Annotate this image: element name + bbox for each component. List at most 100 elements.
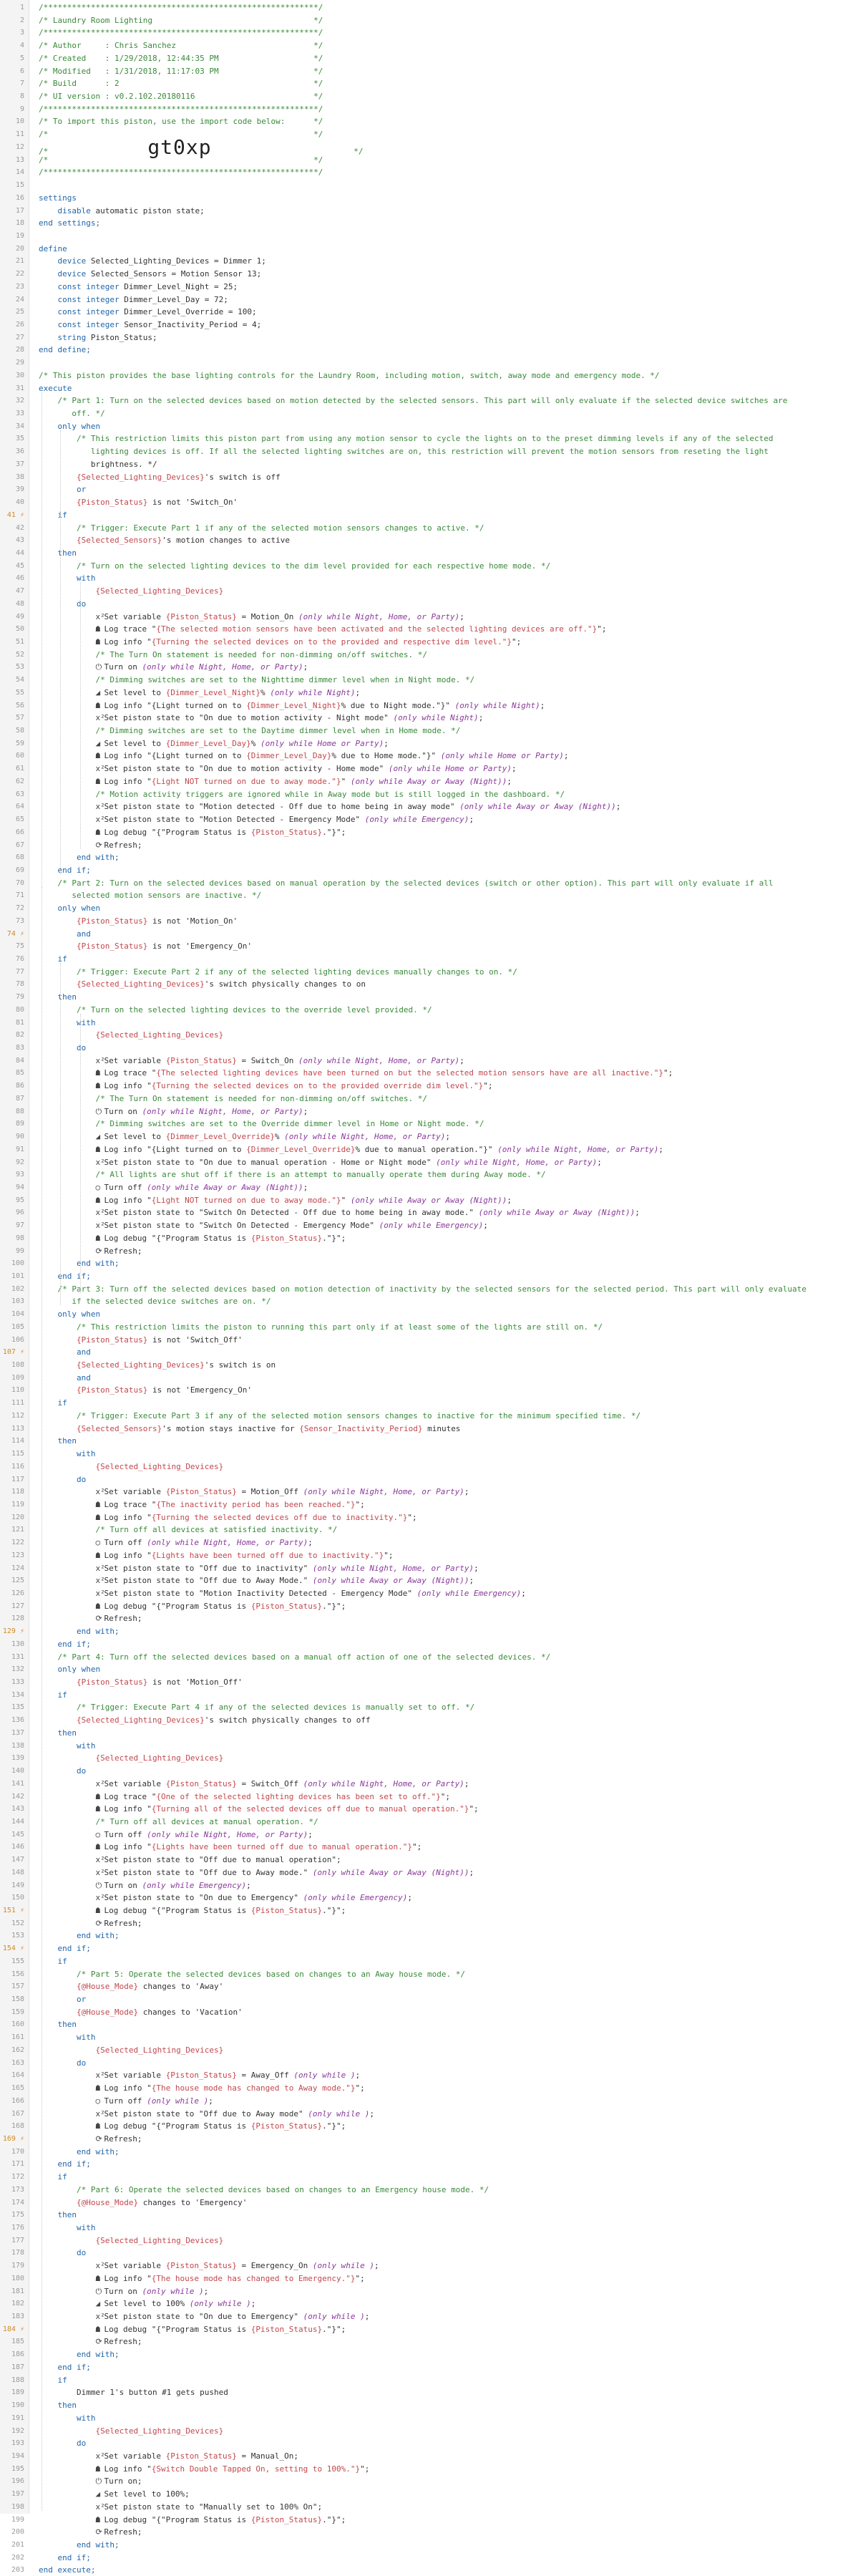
code-line: 30 /* This piston provides the base light… bbox=[0, 369, 843, 382]
code-line: 188 if bbox=[0, 2374, 843, 2386]
code-line: 52 /* The Turn On statement is needed fo… bbox=[0, 649, 843, 661]
code-text: ☗ Log info "{Light turned on to {Dimmer_L… bbox=[95, 700, 545, 710]
code-line: 15 bbox=[0, 179, 843, 191]
code-text: ◢ Set level to {Dimmer_Level_Night}% (onl… bbox=[95, 687, 361, 697]
code-text: do bbox=[76, 1766, 87, 1776]
code-line: 184 ⚡ ☗ Log debug "{"Program Status is {P… bbox=[0, 2323, 843, 2335]
line-number: 36 bbox=[15, 447, 24, 456]
line-number: 63 bbox=[15, 790, 24, 798]
code-line: 70 /* Part 2: Turn on the selected devic… bbox=[0, 877, 843, 889]
code-line: 160 then bbox=[0, 2018, 843, 2030]
code-line: 163 do bbox=[0, 2057, 843, 2069]
code-line: 136 {Selected_Lighting_Devices}'s switch… bbox=[0, 1714, 843, 1726]
code-text: x²Set variable {Piston_Status} = Emergen… bbox=[95, 2261, 379, 2271]
line-number: 169 ⚡ bbox=[2, 2134, 24, 2143]
statement-icon: ⟳ bbox=[95, 2337, 102, 2347]
code-text: x²Set variable {Piston_Status} = Motion_… bbox=[95, 1487, 469, 1497]
code-line: 34 only when bbox=[0, 420, 843, 432]
line-number: 142 bbox=[11, 1792, 24, 1801]
line-number: 82 bbox=[15, 1031, 24, 1040]
code-line: 152 ⟳ Refresh; bbox=[0, 1917, 843, 1929]
statement-icon: x² bbox=[95, 2502, 105, 2512]
code-line: 29 bbox=[0, 357, 843, 369]
code-text: ☗ Log trace "{The selected motion sensors… bbox=[95, 624, 607, 634]
code-line: 17 disable automatic piston state; bbox=[0, 205, 843, 217]
code-text: ☗ Log info "{Light turned on to {Dimmer_L… bbox=[95, 1144, 663, 1154]
code-text: const integer Dimmer_Level_Override = 10… bbox=[57, 307, 257, 317]
code-text: then bbox=[57, 992, 77, 1002]
code-text: end settings; bbox=[39, 218, 101, 228]
code-line: 14 /*************************************… bbox=[0, 166, 843, 178]
code-text: define bbox=[39, 243, 67, 253]
line-number: 32 bbox=[15, 397, 24, 405]
code-line: 44 then bbox=[0, 547, 843, 559]
code-line: 185 ⟳ Refresh; bbox=[0, 2335, 843, 2348]
line-number: 101 bbox=[11, 1272, 24, 1280]
code-text: end with; bbox=[76, 1259, 120, 1269]
code-text: /* Author : Chris Sanchez */ bbox=[39, 41, 323, 51]
line-number: 25 bbox=[15, 308, 24, 316]
code-text: then bbox=[57, 548, 77, 558]
code-line: 67 ⟳ Refresh; bbox=[0, 839, 843, 851]
code-line: 42 /* Trigger: Execute Part 1 if any of … bbox=[0, 522, 843, 534]
statement-icon: ☗ bbox=[95, 1601, 101, 1611]
statement-icon: ○ bbox=[95, 1538, 101, 1548]
code-text: ⟳ Refresh; bbox=[95, 1246, 142, 1256]
code-line: 125 x²Set piston state to "Off due to Aw… bbox=[0, 1574, 843, 1587]
code-text: {Piston_Status} is not 'Motion_On' bbox=[76, 916, 238, 926]
code-text: and bbox=[76, 929, 91, 939]
line-number: 80 bbox=[15, 1005, 24, 1014]
code-text: ⏻ Turn on (only while ); bbox=[95, 2286, 209, 2296]
code-line: 175 then bbox=[0, 2209, 843, 2221]
code-text: const integer Sensor_Inactivity_Period =… bbox=[57, 320, 262, 329]
line-number: 189 bbox=[11, 2388, 24, 2397]
line-number: 132 bbox=[11, 1665, 24, 1674]
line-number: 67 bbox=[15, 841, 24, 849]
code-line: 79 then bbox=[0, 991, 843, 1003]
line-number: 19 bbox=[15, 231, 24, 240]
code-line: 23 const integer Dimmer_Level_Night = 25… bbox=[0, 281, 843, 293]
line-number: 9 bbox=[19, 105, 24, 113]
line-number: 115 bbox=[11, 1450, 24, 1458]
statement-icon: ☗ bbox=[95, 1791, 101, 1801]
line-number: 112 bbox=[11, 1411, 24, 1420]
line-number: 88 bbox=[15, 1107, 24, 1115]
code-line: 192 {Selected_Lighting_Devices} bbox=[0, 2425, 843, 2437]
code-line: 178 do bbox=[0, 2247, 843, 2259]
code-text: {Selected_Lighting_Devices} bbox=[95, 1030, 224, 1040]
code-line: 7 /* Build : 2 */ bbox=[0, 77, 843, 89]
code-text: x²Set piston state to "On due to Emergen… bbox=[95, 1893, 412, 1903]
code-text: end if; bbox=[57, 2362, 91, 2372]
code-line: 170 end with; bbox=[0, 2146, 843, 2158]
line-number: 105 bbox=[11, 1322, 24, 1331]
line-number: 74 ⚡ bbox=[6, 929, 24, 938]
line-number: 201 bbox=[11, 2541, 24, 2549]
code-text: {Selected_Lighting_Devices} bbox=[95, 2045, 224, 2055]
line-number: 41 ⚡ bbox=[6, 510, 24, 519]
code-line: 176 with bbox=[0, 2222, 843, 2234]
code-text: /* UI version : v0.2.102.20180116 */ bbox=[39, 92, 323, 102]
code-text: x²Set piston state to "Manually set to 1… bbox=[95, 2502, 323, 2512]
code-line: 68 end with; bbox=[0, 851, 843, 863]
line-number: 170 bbox=[11, 2147, 24, 2156]
code-text: {Selected_Lighting_Devices}'s switch is … bbox=[76, 472, 281, 482]
line-number: 147 bbox=[11, 1856, 24, 1864]
code-line: 92 x²Set piston state to "On due to manu… bbox=[0, 1156, 843, 1168]
line-number: 52 bbox=[15, 650, 24, 659]
code-text: end if; bbox=[57, 1639, 91, 1649]
line-number: 6 bbox=[19, 67, 24, 75]
code-line: 115 with bbox=[0, 1448, 843, 1460]
code-text: ○ Turn off (only while Night, Home, or Pa… bbox=[95, 1538, 313, 1548]
statement-icon: ☗ bbox=[95, 2514, 101, 2524]
line-number: 46 bbox=[15, 574, 24, 583]
code-text: /***************************************… bbox=[39, 104, 323, 114]
code-text: /* Part 2: Turn on the selected devices … bbox=[39, 878, 774, 888]
code-line: 172 if bbox=[0, 2171, 843, 2183]
code-text: /* This piston provides the base lightin… bbox=[39, 370, 660, 380]
statement-icon: ☗ bbox=[95, 2273, 101, 2283]
code-text: ☗ Log info "{Turning the selected devices… bbox=[95, 1512, 417, 1522]
code-text: if bbox=[57, 2375, 67, 2385]
line-number: 7 bbox=[19, 79, 24, 88]
line-number: 167 bbox=[11, 2109, 24, 2118]
code-line: 130 end if; bbox=[0, 1638, 843, 1650]
